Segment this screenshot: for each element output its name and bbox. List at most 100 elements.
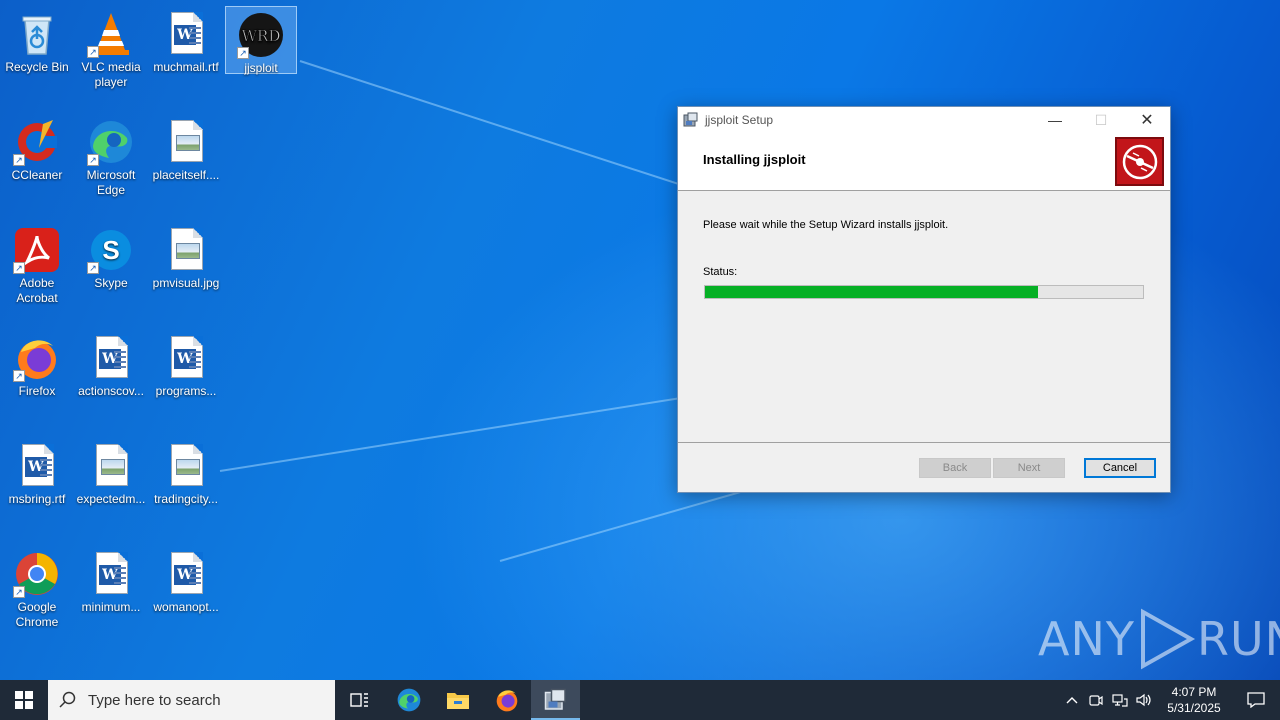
play-icon [1140,608,1196,670]
desktop-icon-programs[interactable]: W programs... [150,330,222,430]
watermark-text-right: RUN [1196,612,1280,666]
firefox-icon [496,690,517,712]
maximize-button[interactable]: ☐ [1078,107,1124,133]
desktop-icon-adobe-acrobat[interactable]: ↗ Adobe Acrobat [1,222,73,322]
setup-logo-icon [1115,137,1164,186]
desktop-icon-tradingcity[interactable]: tradingcity... [150,438,222,538]
desktop-icon-label: placeitself.... [152,168,220,182]
desktop-icon-label: minimum... [81,600,141,614]
acrobat-icon: ↗ [13,226,61,274]
taskbar-edge[interactable] [384,680,433,720]
desktop-icon-label: tradingcity... [154,492,218,506]
desktop: Recycle Bin ↗ CCleaner ↗ Adobe Acrobat ↗… [0,0,1280,680]
word-document-icon: W [13,442,61,490]
shortcut-arrow-icon: ↗ [87,46,99,58]
desktop-icon-label: actionscov... [78,384,144,398]
desktop-icon-pmvisual[interactable]: pmvisual.jpg [150,222,222,322]
desktop-icon-muchmail[interactable]: W muchmail.rtf [150,6,222,106]
desktop-icon-skype[interactable]: S ↗ Skype [75,222,147,322]
anyrun-watermark: ANY RUN [1038,608,1280,670]
firefox-icon: ↗ [13,334,61,382]
image-file-icon [162,118,210,166]
desktop-icon-label: expectedm... [76,492,146,506]
taskbar-clock[interactable]: 4:07 PM 5/31/2025 [1156,684,1232,716]
minimize-button[interactable]: — [1032,107,1078,133]
image-file-icon [162,442,210,490]
taskbar-file-explorer[interactable] [433,680,482,720]
cancel-button[interactable]: Cancel [1084,458,1156,478]
desktop-icon-vlc[interactable]: ↗ VLC media player [75,6,147,106]
taskbar-firefox[interactable] [482,680,531,720]
setup-header: Installing jjsploit [678,133,1170,191]
shortcut-arrow-icon: ↗ [13,262,25,274]
clock-date: 5/31/2025 [1167,701,1221,715]
desktop-icon-label: programs... [155,384,217,398]
close-button[interactable]: ✕ [1124,107,1170,133]
desktop-icon-label: CCleaner [11,168,63,182]
install-progress-bar [704,285,1144,299]
status-label: Status: [703,266,738,278]
skype-icon: S ↗ [87,226,135,274]
taskbar-search-box[interactable]: Type here to search [48,680,335,720]
desktop-icon-label: womanopt... [153,600,219,614]
network-icon[interactable] [1108,680,1132,720]
word-document-icon: W [87,334,135,382]
desktop-icon-expectedm[interactable]: expectedm... [75,438,147,538]
meet-now-icon[interactable] [1084,680,1108,720]
next-button[interactable]: Next [993,458,1065,478]
start-button[interactable] [0,680,48,720]
desktop-icon-minimum[interactable]: W minimum... [75,546,147,646]
desktop-icon-label: pmvisual.jpg [152,276,220,290]
setup-message: Please wait while the Setup Wizard insta… [703,219,949,231]
image-file-icon [162,226,210,274]
desktop-icon-label: Microsoft Edge [86,168,136,197]
chevron-up-icon[interactable] [1060,680,1084,720]
desktop-icon-firefox[interactable]: ↗ Firefox [1,330,73,430]
taskbar-installer[interactable] [531,680,580,720]
wallpaper-beam [219,396,685,472]
search-placeholder: Type here to search [88,691,221,709]
progress-fill [705,286,1038,298]
notification-icon [1247,692,1265,708]
taskbar: Type here to search 4:07 PM 5/31/2025 [0,680,1280,720]
clock-time: 4:07 PM [1171,685,1217,699]
desktop-icon-google-chrome[interactable]: ↗ Google Chrome [1,546,73,646]
shortcut-arrow-icon: ↗ [13,370,25,382]
image-file-icon [87,442,135,490]
setup-footer: Back Next Cancel [678,444,1170,492]
desktop-icon-womanopt[interactable]: W womanopt... [150,546,222,646]
desktop-icon-label: VLC media player [81,60,141,89]
task-view-button[interactable] [335,680,384,720]
edge-icon: ↗ [87,118,135,166]
windows-logo-icon [15,691,33,709]
volume-icon[interactable] [1132,680,1156,720]
desktop-icon-jjsploit[interactable]: WRD ↗ jjsploit [225,6,297,75]
notification-center-button[interactable] [1232,692,1280,708]
chrome-icon: ↗ [13,550,61,598]
jjsploit-icon: WRD ↗ [237,11,285,59]
task-view-icon [349,693,368,707]
ccleaner-icon: ↗ [13,118,61,166]
desktop-icon-label: msbring.rtf [8,492,66,506]
desktop-icon-msbring[interactable]: W msbring.rtf [1,438,73,538]
edge-icon [397,688,420,712]
desktop-icon-label: Recycle Bin [5,60,69,74]
desktop-icon-label: Skype [94,276,128,290]
setup-body: Please wait while the Setup Wizard insta… [678,191,1170,443]
back-button[interactable]: Back [919,458,991,478]
desktop-icon-microsoft-edge[interactable]: ↗ Microsoft Edge [75,114,147,214]
shortcut-arrow-icon: ↗ [13,586,25,598]
desktop-icon-ccleaner[interactable]: ↗ CCleaner [1,114,73,214]
watermark-text-left: ANY [1038,612,1135,666]
desktop-icon-recycle-bin[interactable]: Recycle Bin [1,6,73,106]
desktop-icon-label: muchmail.rtf [153,60,219,74]
word-document-icon: W [162,10,210,58]
installer-icon [683,112,699,128]
shortcut-arrow-icon: ↗ [13,154,25,166]
desktop-icon-placeitself[interactable]: placeitself.... [150,114,222,214]
file-explorer-icon [446,693,469,709]
vlc-icon: ↗ [87,10,135,58]
desktop-icon-actionscov[interactable]: W actionscov... [75,330,147,430]
shortcut-arrow-icon: ↗ [237,47,249,59]
setup-titlebar[interactable]: jjsploit Setup — ☐ ✕ [678,107,1170,133]
